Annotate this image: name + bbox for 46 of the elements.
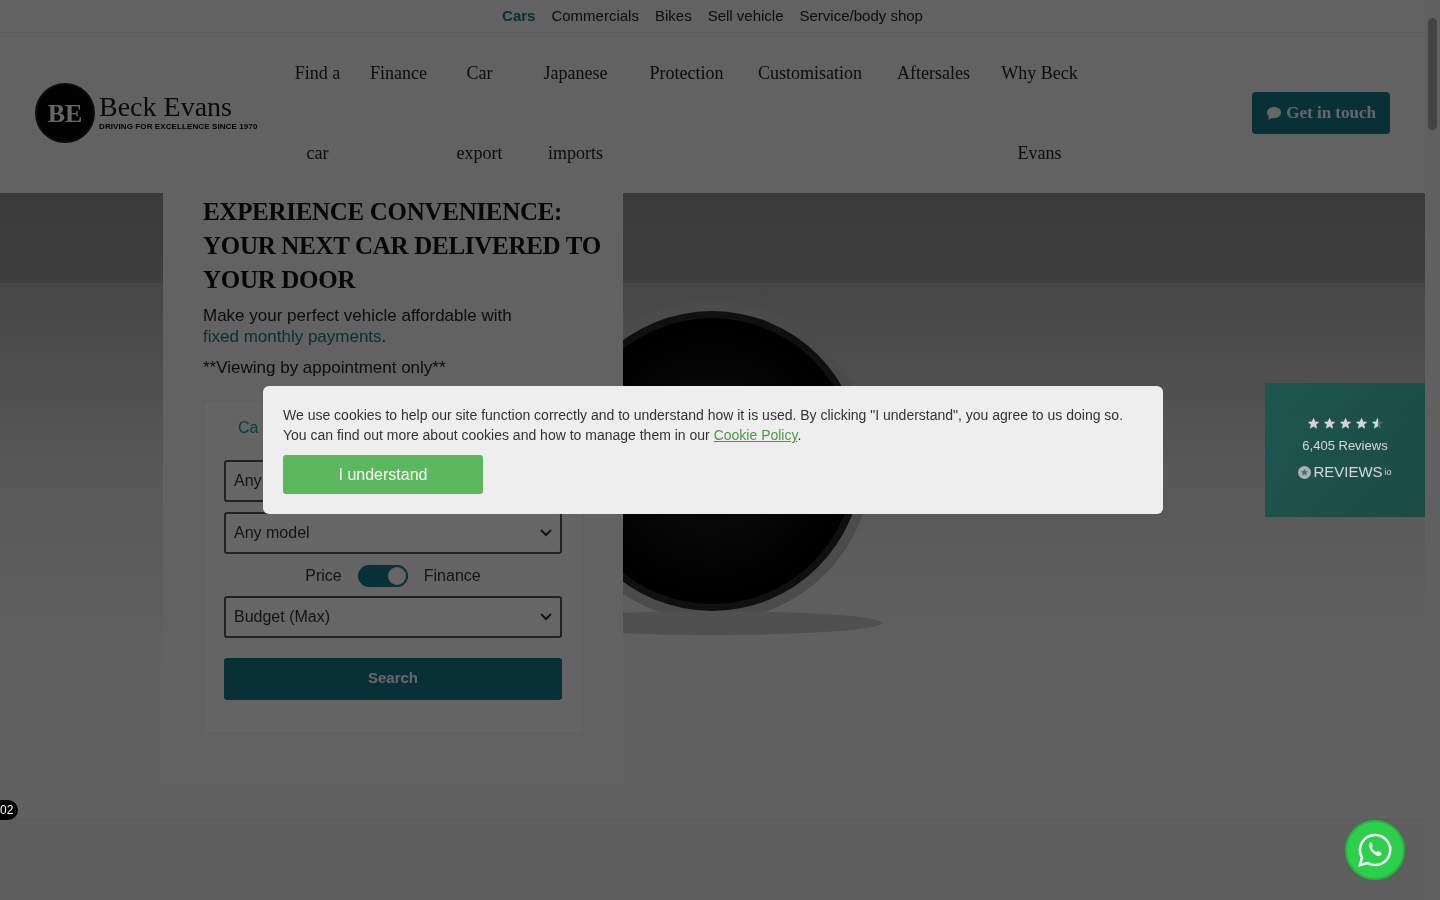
price-finance-toggle[interactable] (357, 564, 408, 587)
get-in-touch-button[interactable]: Get in touch (1252, 92, 1390, 134)
main-nav-link[interactable]: Japanese imports (525, 33, 626, 193)
scrollbar-thumb[interactable] (1428, 18, 1437, 130)
logo-tagline: DRIVING FOR EXCELLENCE SINCE 1970 (99, 121, 258, 133)
payments-link[interactable]: fixed monthly payments (203, 327, 382, 346)
main-nav-link[interactable]: Why Beck Evans (994, 33, 1085, 193)
star-badge-icon (1298, 465, 1312, 479)
select-field[interactable]: Any model (224, 511, 562, 554)
review-count: 6,405 Reviews (1302, 436, 1388, 455)
main-nav-link[interactable]: Aftersales (888, 33, 979, 113)
main-nav-link[interactable]: Finance (363, 33, 434, 113)
search-tab[interactable]: Ca (224, 415, 259, 440)
finance-label: Finance (423, 565, 481, 586)
star-icon (1370, 416, 1384, 430)
reviews-brand: REVIEWS (1313, 462, 1383, 482)
top-nav-link[interactable]: Service/body shop (799, 4, 923, 28)
hero-heading: EXPERIENCE CONVENIENCE: YOUR NEXT CAR DELIVERED TO YOUR DOOR (203, 197, 602, 295)
star-icon (1306, 416, 1320, 430)
scrollbar[interactable] (1425, 0, 1440, 900)
top-nav-link[interactable]: Cars (502, 4, 536, 28)
chevron-icon (540, 612, 552, 621)
whatsapp-button[interactable] (1345, 820, 1405, 880)
logo-emblem: BE (35, 83, 95, 143)
main-nav-link[interactable]: Protection (641, 33, 732, 113)
top-nav-link[interactable]: Bikes (654, 4, 692, 28)
cookie-message: We use cookies to help our site function correctly and to understand how it is used. By clicking "I understand", you agree to us doing so. You can find out more about cookies and how to manage them in our Cookie Policy. (283, 406, 1125, 445)
logo-name: Beck Evans (99, 93, 233, 121)
hero-intro: Make your perfect vehicle affordable with fixed monthly payments. (203, 305, 513, 347)
main-nav-link[interactable]: Customisation (747, 33, 873, 113)
viewing-note: **Viewing by appointment only** (203, 357, 447, 379)
chat-icon (1266, 105, 1283, 121)
select-field[interactable]: Budget (Max) (224, 595, 562, 638)
chevron-icon (540, 528, 552, 537)
price-label: Price (305, 565, 342, 586)
accept-button[interactable]: I understand (283, 455, 483, 494)
star-icon (1338, 416, 1352, 430)
main-nav-link[interactable]: Car export (449, 33, 510, 193)
star-icon (1322, 416, 1336, 430)
slide-badge: 02 (0, 800, 19, 820)
star-icon (1354, 416, 1368, 430)
top-nav-link[interactable]: Sell vehicle (707, 4, 784, 28)
top-nav-link[interactable]: Commercials (551, 4, 639, 28)
search-button[interactable]: Search (224, 657, 562, 700)
main-nav-link[interactable]: Find a car (287, 33, 348, 193)
reviews-brand-suffix: io (1384, 465, 1392, 479)
